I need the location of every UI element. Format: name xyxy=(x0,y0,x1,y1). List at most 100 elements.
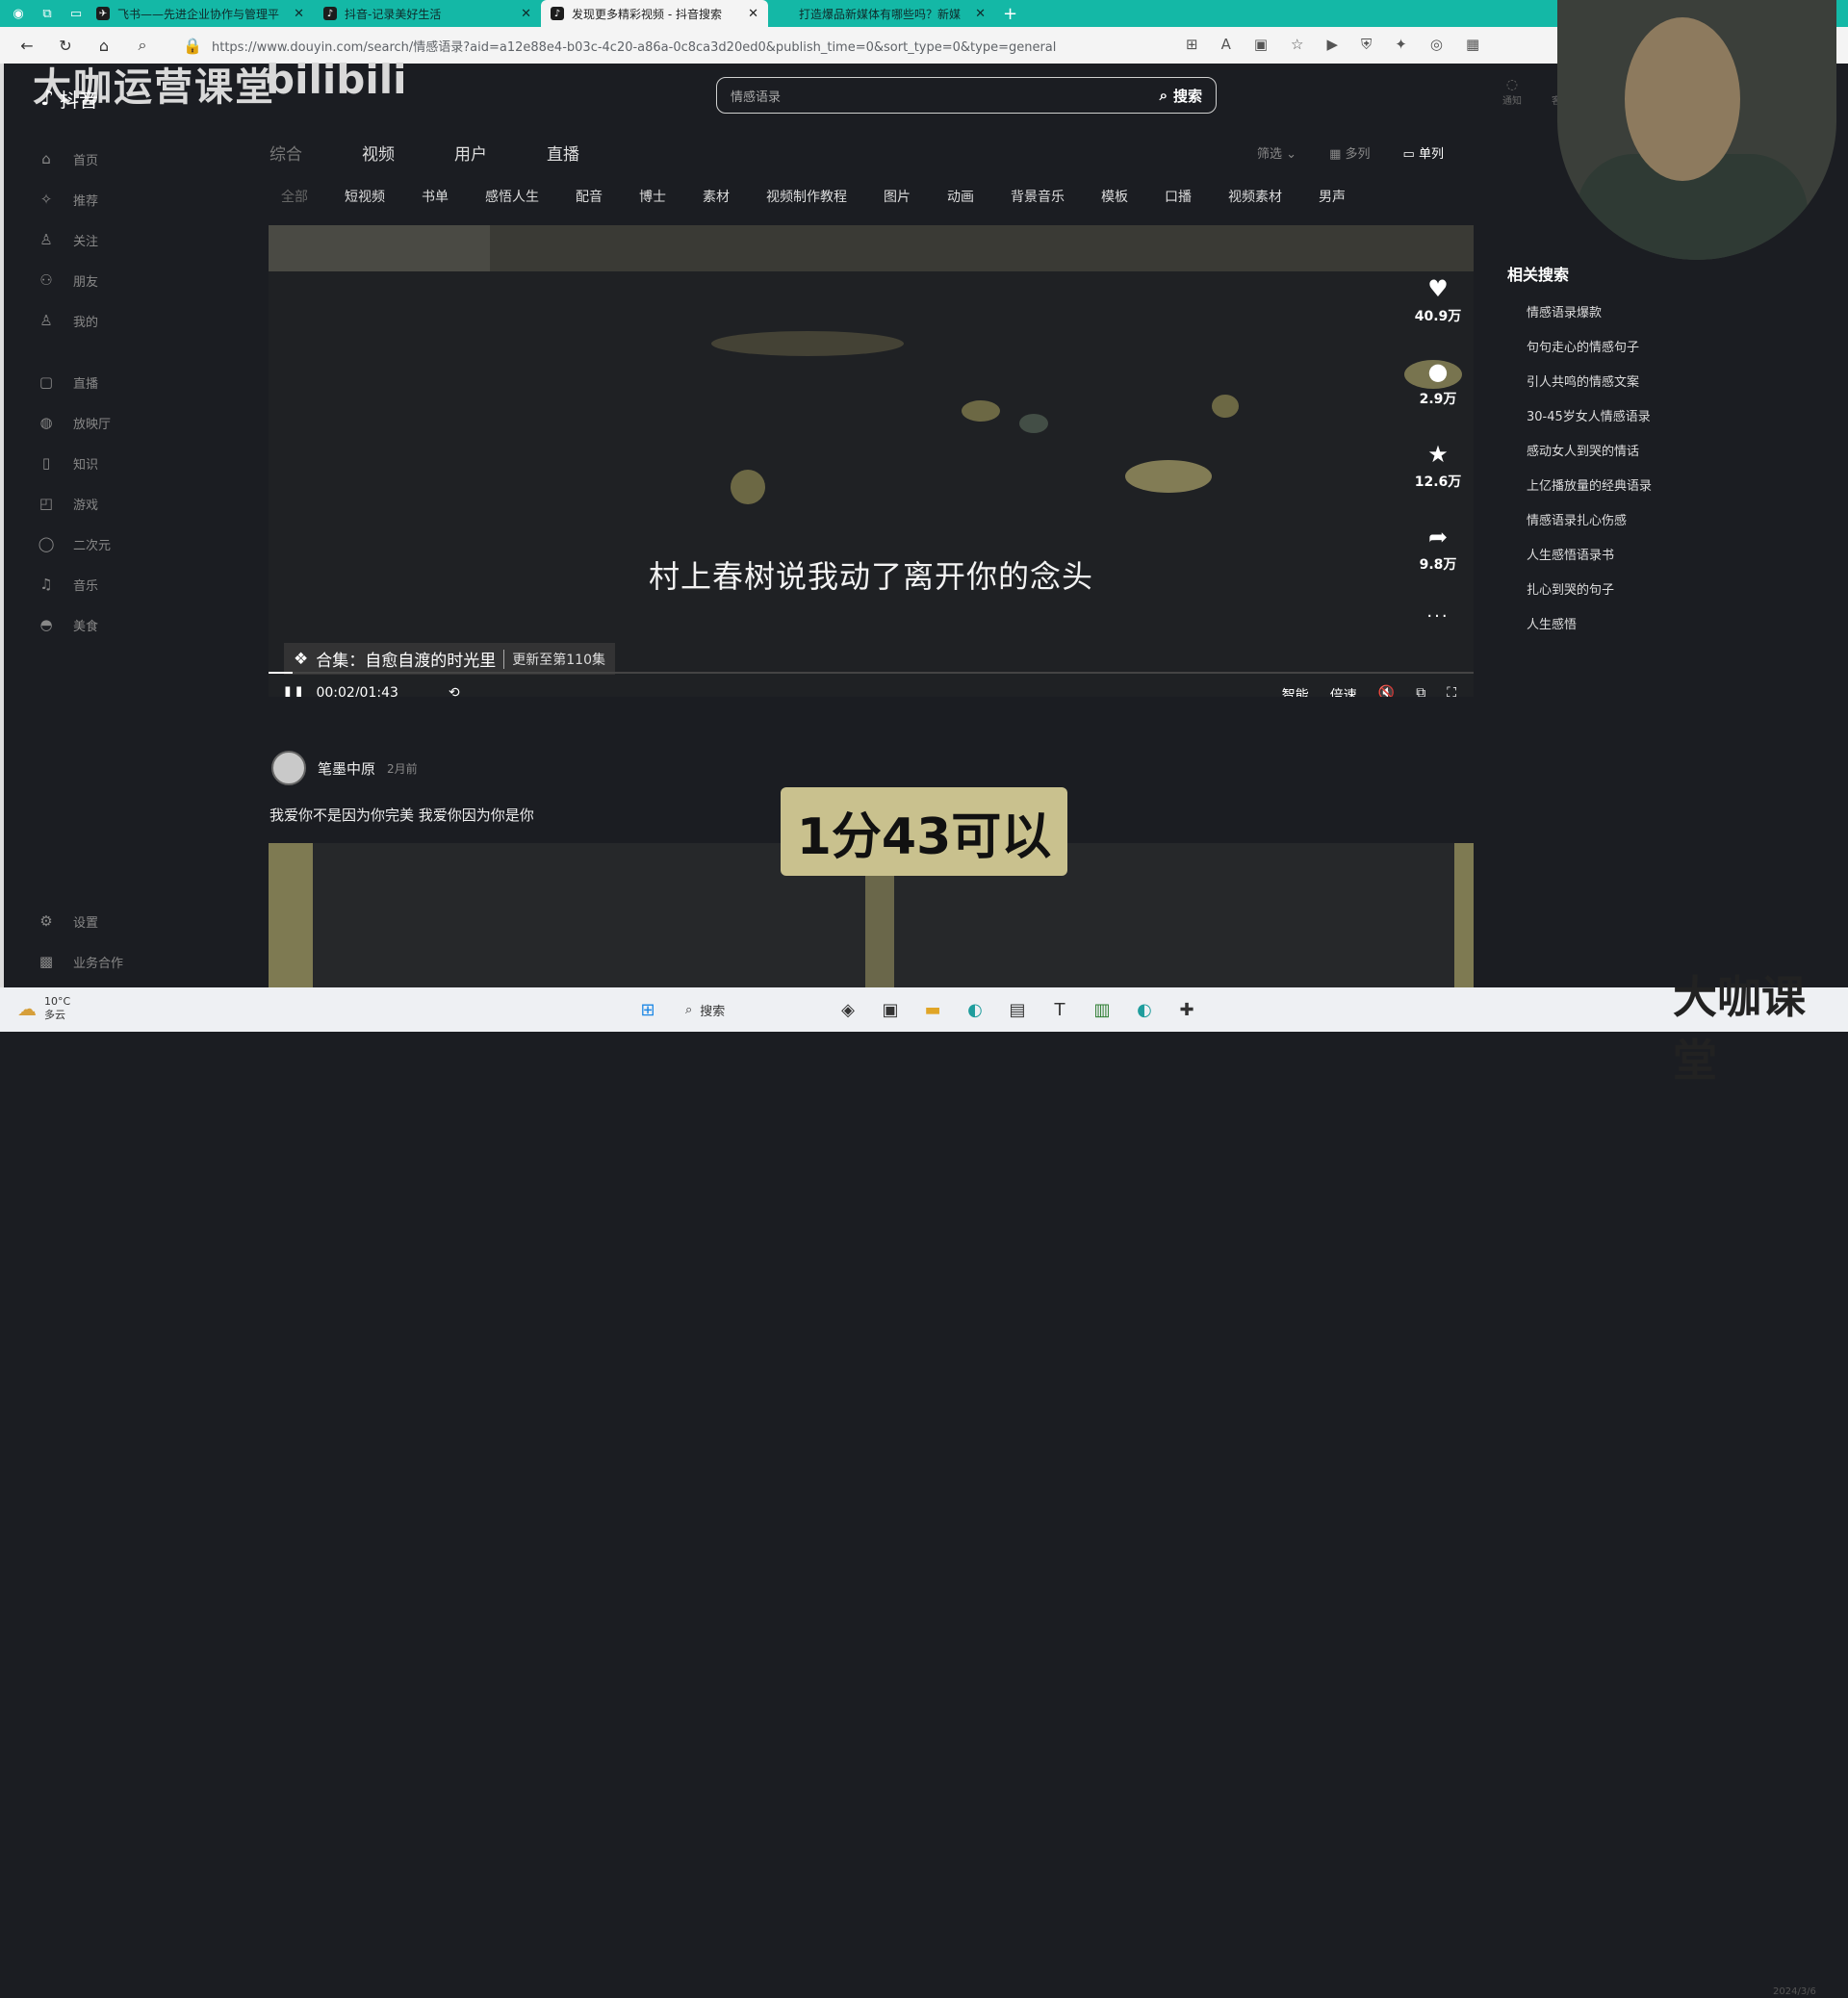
related-item[interactable]: 人生感悟语录书 xyxy=(1507,545,1758,579)
related-item[interactable]: 情感语录扎心伤感 xyxy=(1507,510,1758,545)
extension-icon[interactable]: ▶ xyxy=(1326,36,1338,53)
subtag[interactable]: 男声 xyxy=(1319,187,1346,206)
related-item[interactable]: 情感语录爆款 xyxy=(1507,302,1758,337)
sidebar-item-follow[interactable]: ♙ 关注 xyxy=(37,219,210,260)
comment-button[interactable]: ● 2.9万 xyxy=(1392,358,1484,408)
mute-icon[interactable]: 🔇 xyxy=(1378,685,1395,697)
tab-live[interactable]: 直播 xyxy=(547,141,579,165)
loop-icon[interactable]: ⟲ xyxy=(449,685,460,697)
tab-actions-icon[interactable]: ▭ xyxy=(65,5,87,22)
like-button[interactable]: ♥ 40.9万 xyxy=(1392,275,1484,325)
app-icon[interactable]: ✚ xyxy=(1172,995,1201,1024)
sidebar-item-settings[interactable]: ⚙ 设置 xyxy=(37,901,210,941)
related-item[interactable]: 句句走心的情感句子 xyxy=(1507,337,1758,371)
smart-button[interactable]: 智能 xyxy=(1282,685,1309,697)
tab-general[interactable]: 综合 xyxy=(270,141,302,165)
more-icon[interactable]: ··· xyxy=(1392,606,1484,627)
close-tab-icon[interactable]: ✕ xyxy=(521,7,531,21)
related-item[interactable]: 30-45岁女人情感语录 xyxy=(1507,406,1758,441)
browser-tab-douyin[interactable]: ♪ 抖音-记录美好生活 ✕ xyxy=(314,0,541,27)
subtag[interactable]: 模板 xyxy=(1101,187,1128,206)
subtag[interactable]: 全部 xyxy=(281,187,308,206)
browser-tab-search[interactable]: ♪ 发现更多精彩视频 - 抖音搜索 ✕ xyxy=(541,0,768,27)
refresh-icon[interactable]: ↻ xyxy=(54,37,77,55)
related-item[interactable]: 上亿播放量的经典语录 xyxy=(1507,475,1758,510)
collection-badge[interactable]: ❖ 合集：自愈自渡的时光里 更新至第110集 xyxy=(284,643,615,675)
subtag[interactable]: 图片 xyxy=(884,187,911,206)
url-field[interactable]: https://www.douyin.com/search/情感语录?aid=a… xyxy=(212,37,1056,55)
sidebar-item-cinema[interactable]: ◍ 放映厅 xyxy=(37,402,210,443)
author-name[interactable]: 笔墨中原 xyxy=(318,758,375,779)
subtag[interactable]: 视频制作教程 xyxy=(766,187,847,206)
search-button[interactable]: ⌕ 搜索 xyxy=(1160,86,1216,106)
close-tab-icon[interactable]: ✕ xyxy=(294,7,304,21)
edge-icon[interactable]: ◐ xyxy=(1130,995,1159,1024)
back-icon[interactable]: ← xyxy=(15,37,38,55)
new-tab-button[interactable]: + xyxy=(1003,4,1017,24)
subtag[interactable]: 素材 xyxy=(703,187,730,206)
app-icon[interactable]: ⊞ xyxy=(1186,36,1198,53)
task-view-icon[interactable]: ▣ xyxy=(876,995,905,1024)
subtag[interactable]: 视频素材 xyxy=(1228,187,1282,206)
profile-icon[interactable]: ◉ xyxy=(8,5,29,22)
related-item[interactable]: 感动女人到哭的情话 xyxy=(1507,441,1758,475)
sidebar-item-knowledge[interactable]: ▯ 知识 xyxy=(37,443,210,483)
favorite-button[interactable]: ★ 12.6万 xyxy=(1392,441,1484,491)
subtag[interactable]: 感悟人生 xyxy=(485,187,539,206)
related-item[interactable]: 引人共鸣的情感文案 xyxy=(1507,371,1758,406)
workspaces-icon[interactable]: ⧉ xyxy=(37,5,58,22)
text-app-icon[interactable]: T xyxy=(1045,995,1074,1024)
sidebar-item-live[interactable]: ▢ 直播 xyxy=(37,362,210,402)
progress-bar[interactable] xyxy=(269,672,1474,674)
search-icon[interactable]: ⌕ xyxy=(131,36,154,55)
sidebar-item-friends[interactable]: ⚇ 朋友 xyxy=(37,260,210,300)
avatar[interactable] xyxy=(271,751,306,785)
browser-tab-media[interactable]: 打造爆品新媒体有哪些吗？新媒 ✕ xyxy=(768,0,995,27)
taskbar-search[interactable]: ⌕ 搜索 xyxy=(676,1001,820,1019)
single-column-button[interactable]: ▭ 单列 xyxy=(1403,143,1444,162)
pause-icon[interactable]: ❚❚ xyxy=(282,685,304,697)
pip-icon[interactable]: ⧉ xyxy=(1416,685,1425,697)
close-tab-icon[interactable]: ✕ xyxy=(748,7,758,21)
video-player[interactable]: 村上春树说我动了离开你的念头 ❖ 合集：自愈自渡的时光里 更新至第110集 ❚❚… xyxy=(269,225,1474,697)
notification-button[interactable]: ◌ 通知 xyxy=(1494,77,1530,107)
sidebar-item-business[interactable]: ▩ 业务合作 xyxy=(37,941,210,982)
filter-button[interactable]: 筛选 ⌄ xyxy=(1257,143,1296,162)
sidebar-item-music[interactable]: ♫ 音乐 xyxy=(37,564,210,604)
sidebar-item-anime[interactable]: ◯ 二次元 xyxy=(37,524,210,564)
home-icon[interactable]: ⌂ xyxy=(92,37,116,55)
sidebar-item-recommend[interactable]: ✧ 推荐 xyxy=(37,179,210,219)
tab-video[interactable]: 视频 xyxy=(362,141,395,165)
close-tab-icon[interactable]: ✕ xyxy=(975,7,986,21)
multi-column-button[interactable]: ▦ 多列 xyxy=(1329,143,1370,162)
edge-icon[interactable]: ◐ xyxy=(961,995,989,1024)
sidebar-item-home[interactable]: ⌂ 首页 xyxy=(37,139,210,179)
store-icon[interactable]: ▤ xyxy=(1003,995,1032,1024)
subtag[interactable]: 口播 xyxy=(1165,187,1192,206)
share-button[interactable]: ➦ 9.8万 xyxy=(1392,524,1484,574)
notes-icon[interactable]: ▥ xyxy=(1088,995,1116,1024)
douyin-logo[interactable]: ♪ 抖音 xyxy=(40,85,98,113)
clock[interactable]: 2024/3/6 xyxy=(1773,1986,1816,1998)
favorite-star-icon[interactable]: ☆ xyxy=(1291,36,1303,53)
widgets-icon[interactable]: ◈ xyxy=(834,995,862,1024)
subtag[interactable]: 配音 xyxy=(576,187,603,206)
fullscreen-icon[interactable]: ⛶ xyxy=(1447,685,1456,697)
browser-tab-feishu[interactable]: ✈ 飞书——先进企业协作与管理平 ✕ xyxy=(87,0,314,27)
subtag[interactable]: 书单 xyxy=(422,187,449,206)
search-input[interactable]: 情感语录 xyxy=(717,87,1160,105)
weather-widget[interactable]: ☁ 10°C 多云 xyxy=(17,995,70,1022)
related-item[interactable]: 扎心到哭的句子 xyxy=(1507,579,1758,614)
start-icon[interactable]: ⊞ xyxy=(633,995,662,1024)
tab-user[interactable]: 用户 xyxy=(454,141,487,165)
related-item[interactable]: 人生感悟 xyxy=(1507,614,1758,649)
search-box[interactable]: 情感语录 ⌕ 搜索 xyxy=(716,77,1217,114)
extension-icon[interactable]: ✦ xyxy=(1395,36,1407,53)
subtag[interactable]: 短视频 xyxy=(345,187,385,206)
sidebar-item-me[interactable]: ♙ 我的 xyxy=(37,300,210,341)
hd-icon[interactable]: ▣ xyxy=(1254,36,1268,53)
subtag[interactable]: 背景音乐 xyxy=(1011,187,1065,206)
subtag[interactable]: 动画 xyxy=(947,187,974,206)
extension-icon[interactable]: ◎ xyxy=(1430,36,1443,53)
file-explorer-icon[interactable]: ▬ xyxy=(918,995,947,1024)
